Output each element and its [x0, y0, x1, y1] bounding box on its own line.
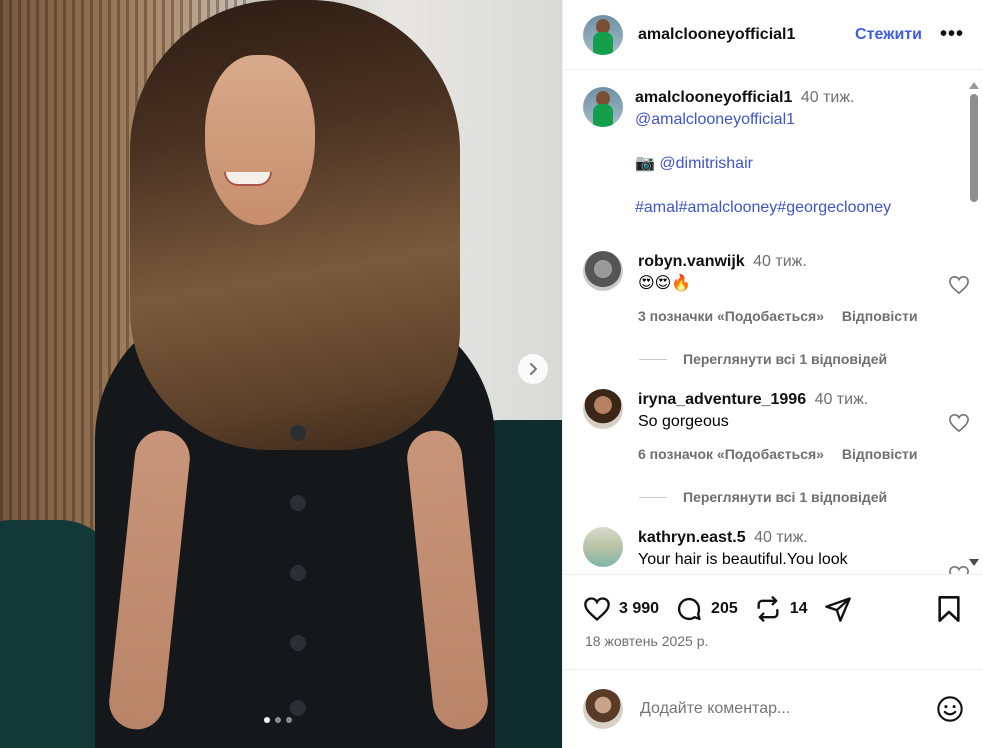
post-caption: amalclooneyofficial1 40 тиж. @amalcloone… — [583, 87, 953, 219]
carousel-next-button[interactable] — [518, 354, 548, 384]
comment-heart-icon[interactable] — [948, 565, 970, 574]
author-username[interactable]: amalclooneyofficial1 — [638, 26, 795, 44]
carousel-dot — [286, 717, 292, 723]
comment-likes[interactable]: 6 позначок «Подобається» — [638, 446, 824, 462]
commenter-avatar[interactable] — [583, 389, 623, 429]
emoji-icon[interactable] — [936, 695, 964, 723]
photo-hair — [130, 0, 460, 450]
view-replies-button[interactable]: Переглянути всі 1 відповідей — [639, 489, 887, 505]
add-comment-bar — [563, 669, 983, 748]
reply-button[interactable]: Відповісти — [842, 446, 918, 462]
post-actions: 3 990 205 14 18 жовтень 2025 р. — [563, 574, 983, 669]
view-replies-label: Переглянути всі 1 відповідей — [683, 489, 888, 505]
scroll-up-arrow[interactable] — [969, 82, 979, 89]
caption-time[interactable]: 40 тиж. — [801, 89, 855, 106]
comment-text: Your hair is beautiful.You look — [638, 551, 848, 568]
next-arrow-icon — [530, 363, 537, 375]
comment-item: iryna_adventure_1996 40 тиж. So gorgeous… — [583, 389, 969, 465]
repost-button[interactable]: 14 — [754, 595, 808, 623]
post-media[interactable] — [0, 0, 562, 748]
comment-text: 😍😍🔥 — [638, 275, 692, 292]
reposts-count: 14 — [789, 600, 808, 617]
comments-count: 205 — [711, 600, 738, 617]
commenter-avatar[interactable] — [583, 251, 623, 291]
scroll-down-arrow[interactable] — [969, 559, 979, 566]
carousel-dot — [275, 717, 281, 723]
comments-scrollbar[interactable] — [968, 78, 980, 572]
caption-mention[interactable]: @amalclooneyofficial1 — [635, 109, 891, 131]
post-panel: amalclooneyofficial1 Стежити ••• amalclo… — [562, 0, 983, 748]
commenter-avatar[interactable] — [583, 527, 623, 567]
comment-icon — [678, 597, 701, 621]
comment-item: robyn.vanwijk 40 тиж. 😍😍🔥 3 позначки «По… — [583, 251, 969, 327]
comment-time: 40 тиж. — [754, 529, 808, 546]
camera-emoji: 📷 — [635, 155, 655, 172]
carousel-dot — [264, 717, 270, 723]
comment-username[interactable]: iryna_adventure_1996 — [638, 391, 806, 408]
caption-hashtags[interactable]: #amal#amalclooney#georgeclooney — [635, 197, 891, 219]
reply-button[interactable]: Відповісти — [842, 308, 918, 324]
comment-heart-icon[interactable] — [948, 413, 970, 433]
comments-list[interactable]: amalclooneyofficial1 40 тиж. @amalcloone… — [563, 71, 983, 574]
carousel-indicator — [264, 717, 292, 723]
post-header: amalclooneyofficial1 Стежити ••• — [563, 0, 983, 70]
post-date[interactable]: 18 жовтень 2025 р. — [585, 633, 708, 649]
heart-icon — [584, 597, 610, 622]
current-user-avatar — [583, 689, 623, 729]
comment-username[interactable]: kathryn.east.5 — [638, 529, 746, 546]
follow-button[interactable]: Стежити — [855, 26, 922, 44]
repost-icon — [757, 596, 779, 622]
comment-input[interactable] — [640, 700, 936, 718]
comment-text: So gorgeous — [638, 413, 729, 430]
author-avatar[interactable] — [583, 14, 623, 55]
photo-credit-link[interactable]: @dimitrishair — [659, 155, 753, 172]
likes-count[interactable]: 3 990 — [619, 600, 659, 618]
comment-time: 40 тиж. — [814, 391, 869, 408]
view-replies-label: Переглянути всі 1 відповідей — [683, 351, 888, 367]
scrollbar-thumb[interactable] — [970, 94, 978, 202]
comment-time: 40 тиж. — [753, 253, 807, 270]
author-avatar[interactable] — [583, 87, 623, 127]
comment-heart-icon[interactable] — [948, 275, 970, 295]
comment-username[interactable]: robyn.vanwijk — [638, 253, 745, 270]
photo-smile — [224, 172, 272, 186]
share-button[interactable] — [824, 595, 852, 623]
comment-button[interactable]: 205 — [675, 595, 738, 623]
more-options-icon[interactable]: ••• — [940, 23, 964, 46]
like-button[interactable]: 3 990 — [583, 596, 659, 622]
photo-face — [205, 55, 315, 225]
comment-likes[interactable]: 3 позначки «Подобається» — [638, 308, 824, 324]
share-icon — [824, 597, 851, 622]
caption-username[interactable]: amalclooneyofficial1 — [635, 89, 792, 106]
comment-item: kathryn.east.5 40 тиж. Your hair is beau… — [583, 527, 969, 574]
view-replies-button[interactable]: Переглянути всі 1 відповідей — [639, 351, 887, 367]
bookmark-icon[interactable] — [936, 595, 962, 623]
